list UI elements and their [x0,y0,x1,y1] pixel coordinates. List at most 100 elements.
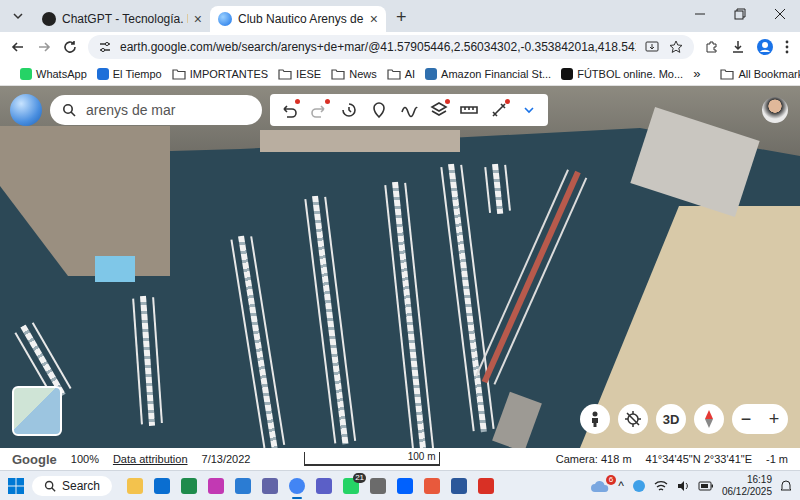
folder-icon [387,68,401,80]
tool-button[interactable] [398,99,420,121]
close-window-icon[interactable] [760,0,800,28]
bookmark-item[interactable]: Amazon Financial St... [425,68,551,80]
bookmark-item[interactable]: AI [387,68,415,80]
taskbar-app[interactable] [126,473,144,499]
volume-icon[interactable] [676,479,690,493]
taskbar-app[interactable]: 21 [342,473,360,499]
google-earth-logo-icon[interactable] [10,94,42,126]
bookmark-item[interactable]: IMPORTANTES [172,68,268,80]
search-value: arenys de mar [86,102,175,118]
taskbar-app[interactable] [261,473,279,499]
profile-icon[interactable] [756,38,774,56]
street-view-button[interactable] [580,404,610,434]
tool-icon [459,100,479,120]
taskbar-app[interactable] [207,473,225,499]
extensions-icon[interactable] [704,39,720,55]
all-bookmarks-button[interactable]: All Bookmarks [720,68,800,80]
back-arrow-icon[interactable] [10,39,26,55]
new-tab-button[interactable]: + [386,7,417,32]
taskbar-app[interactable] [369,473,387,499]
land-area [0,126,170,276]
site-settings-icon[interactable] [98,40,112,54]
more-bookmarks-button[interactable]: » [693,66,700,81]
windows-start-icon[interactable] [8,478,24,494]
taskbar-app[interactable] [153,473,171,499]
bookmark-label: IESE [296,68,321,80]
site-icon [425,68,437,80]
copilot-icon[interactable] [632,479,646,493]
search-field[interactable]: arenys de mar [50,95,262,125]
wifi-icon[interactable] [654,479,668,493]
folder-icon [720,68,734,80]
pool [95,256,135,282]
scale-label: 100 m [408,452,440,464]
reload-icon[interactable] [62,39,78,55]
minimize-icon[interactable] [680,0,720,28]
zoom-level: 100% [71,453,99,465]
3d-button[interactable]: 3D [656,404,686,434]
forward-arrow-icon[interactable] [36,39,52,55]
taskbar-app[interactable] [315,473,333,499]
taskbar-app[interactable] [396,473,414,499]
taskbar-app[interactable] [234,473,252,499]
taskbar-app[interactable] [477,473,495,499]
clock[interactable]: 16:1906/12/2025 [722,474,772,498]
chevron-down-icon [12,10,24,22]
notifications-icon[interactable] [780,479,792,493]
site-icon [20,68,32,80]
bookmark-label: Amazon Financial St... [441,68,551,80]
taskbar-app[interactable] [288,473,306,499]
tab-close-button[interactable]: × [194,11,202,27]
tool-button[interactable] [488,99,510,121]
tool-button[interactable] [368,99,390,121]
user-avatar-icon[interactable] [762,97,788,123]
bookmark-item[interactable]: IESE [278,68,321,80]
bookmark-item[interactable]: El Tiempo [97,68,162,80]
compass-button[interactable] [694,404,724,434]
navigation-bar: earth.google.com/web/search/arenys+de+ma… [0,32,800,62]
bookmark-item[interactable]: WhatsApp [20,68,87,80]
earth-map-view[interactable]: arenys de mar 3D −+ [0,86,800,448]
location-off-button[interactable] [618,404,648,434]
satellite-map[interactable] [0,86,800,448]
data-attribution-link[interactable]: Data attribution [113,453,188,465]
search-icon [44,480,56,492]
map-style-thumbnail[interactable] [12,386,62,436]
restore-icon[interactable] [720,0,760,28]
battery-icon[interactable] [698,479,714,493]
tool-button[interactable] [278,99,300,121]
tab-search-button[interactable] [6,4,30,28]
browser-tab[interactable]: ChatGPT - Tecnología. Dudas× [34,6,210,32]
pier [448,164,487,433]
search-label: Search [62,479,100,493]
taskbar-app[interactable] [450,473,468,499]
browser-tab[interactable]: Club Nautico Arenys de Mar Ch× [210,6,386,32]
bookmark-star-icon[interactable] [668,39,684,55]
address-bar[interactable]: earth.google.com/web/search/arenys+de+ma… [88,35,694,59]
install-app-icon[interactable] [644,39,660,55]
bookmark-item[interactable]: FÚTBOL online. Mo... [561,68,683,80]
app-icon [424,478,440,494]
tool-button[interactable] [428,99,450,121]
taskbar-search[interactable]: Search [32,476,112,496]
show-hidden-icons-button[interactable]: ^ [618,479,624,493]
download-icon[interactable] [730,39,746,55]
earth-icon [218,12,232,26]
tool-button[interactable] [308,99,330,121]
notification-badge: 6 [606,475,616,485]
zoom-in-button[interactable]: + [760,409,788,430]
weather-widget[interactable]: 6 [590,479,610,493]
bookmark-item[interactable]: News [331,68,377,80]
taskbar-app[interactable] [423,473,441,499]
menu-icon[interactable] [784,39,790,55]
tool-button[interactable] [518,99,540,121]
tool-button[interactable] [458,99,480,121]
tool-button[interactable] [338,99,360,121]
app-icon [451,478,467,494]
tab-close-button[interactable]: × [370,11,378,27]
building-roof [260,130,460,152]
zoom-out-button[interactable]: − [732,409,760,430]
taskbar-app[interactable] [180,473,198,499]
system-tray: 6^16:1906/12/2025 [590,474,792,498]
app-icon [208,478,224,494]
